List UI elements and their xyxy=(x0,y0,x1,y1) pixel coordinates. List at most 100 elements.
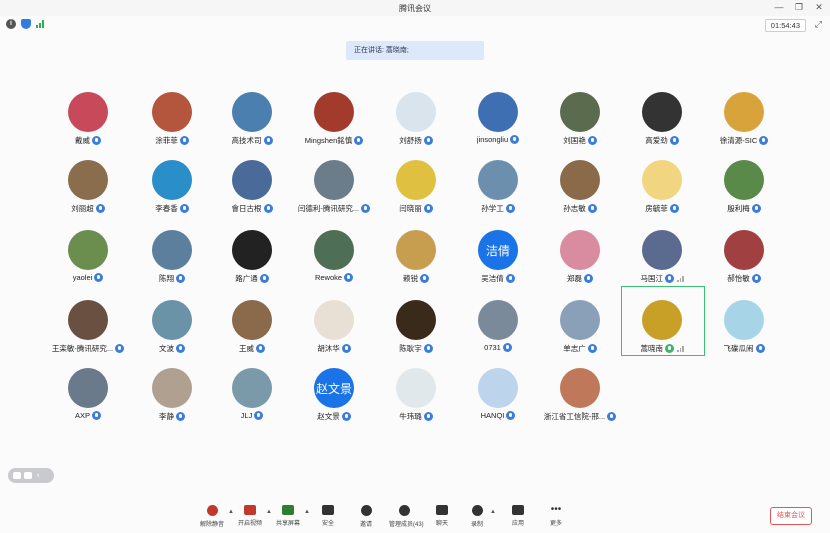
avatar xyxy=(560,368,600,408)
microphone-icon xyxy=(665,344,674,353)
avatar xyxy=(68,368,108,408)
microphone-icon xyxy=(423,204,433,213)
close-button[interactable]: ✕ xyxy=(814,2,824,13)
volume-bars-icon xyxy=(677,345,684,352)
shield-icon[interactable] xyxy=(21,19,31,29)
participant-name: 李春香 xyxy=(155,204,178,213)
mute-button[interactable]: 解除静音 xyxy=(197,505,227,528)
minimize-button[interactable]: — xyxy=(774,2,784,13)
record-button[interactable]: 录制 xyxy=(462,505,492,528)
chat-bubble-toggle[interactable]: ‹ xyxy=(8,468,54,483)
more-label: 更多 xyxy=(549,521,562,527)
avatar xyxy=(560,230,600,270)
invite-icon xyxy=(360,505,372,516)
participant-name: 赖锐 xyxy=(403,274,418,283)
participant-name: 吴洁倩 xyxy=(481,274,504,283)
microphone-icon xyxy=(179,136,189,145)
members-icon xyxy=(398,505,410,516)
avatar xyxy=(478,160,518,200)
microphone-icon xyxy=(502,343,512,352)
manage-members-button[interactable]: 管理成员(43) xyxy=(389,505,424,528)
participant-name: AXP xyxy=(74,411,90,420)
security-button[interactable]: 安全 xyxy=(313,505,343,527)
info-icon[interactable]: i xyxy=(6,19,16,29)
participant-tile[interactable]: 郝怡敏 xyxy=(698,216,788,284)
avatar xyxy=(314,160,354,200)
invite-label: 邀请 xyxy=(359,522,372,528)
participant-name: 王威 xyxy=(239,344,254,353)
participant-name: 文波 xyxy=(159,344,174,353)
chat-button[interactable]: 聊天 xyxy=(427,505,457,527)
signal-icon[interactable] xyxy=(36,20,46,28)
microphone-icon xyxy=(505,204,515,213)
microphone-icon xyxy=(607,412,617,421)
participant-name: 赵文景 xyxy=(317,412,340,421)
microphone-icon xyxy=(751,204,761,213)
microphone-icon xyxy=(263,204,273,213)
share-options-caret[interactable]: ▲ xyxy=(304,509,310,515)
mute-options-caret[interactable]: ▲ xyxy=(228,509,234,515)
participant-name: JLJ xyxy=(240,411,253,420)
microphone-icon xyxy=(420,274,429,283)
avatar xyxy=(642,230,682,270)
avatar xyxy=(314,92,354,132)
apps-label: 应用 xyxy=(511,521,524,527)
fullscreen-icon[interactable]: ⤢ xyxy=(815,19,822,30)
participant-tile[interactable]: 徐清源-SIC xyxy=(698,78,788,146)
microphone-icon xyxy=(179,204,189,213)
participant-name: 0731 xyxy=(484,343,501,352)
avatar xyxy=(396,368,436,408)
more-button[interactable]: ••• 更多 xyxy=(541,504,571,528)
members-label: 管理成员(43) xyxy=(389,522,424,528)
share-screen-icon xyxy=(282,505,294,515)
microphone-icon xyxy=(669,204,679,213)
microphone-muted-icon xyxy=(206,505,218,516)
participant-tile[interactable]: 殷利梅 xyxy=(698,146,788,214)
microphone-icon xyxy=(510,135,520,144)
microphone-icon xyxy=(341,412,351,421)
speaking-indicator: 正在讲话: 蒿晓南; xyxy=(346,41,484,60)
avatar xyxy=(396,160,436,200)
chat-icon xyxy=(436,505,448,515)
avatar: 赵文景 xyxy=(314,368,354,408)
avatar xyxy=(396,300,436,340)
chat-label: 聊天 xyxy=(435,521,448,527)
apps-button[interactable]: 应用 xyxy=(503,505,533,527)
video-button[interactable]: 开启视频 xyxy=(235,505,265,527)
participant-name: 郑磊 xyxy=(567,274,582,283)
microphone-icon xyxy=(423,412,433,421)
microphone-icon xyxy=(587,204,597,213)
microphone-icon xyxy=(176,344,185,353)
security-icon xyxy=(322,505,334,515)
share-screen-button[interactable]: 共享屏幕 xyxy=(273,505,303,527)
more-icon: ••• xyxy=(550,504,562,515)
avatar xyxy=(642,300,682,340)
restore-button[interactable]: ❐ xyxy=(794,2,804,13)
participant-name: 闫晓丽 xyxy=(399,204,422,213)
participant-name: 陈翔 xyxy=(159,274,174,283)
record-options-caret[interactable]: ▲ xyxy=(490,509,496,515)
camera-off-icon xyxy=(244,505,256,515)
microphone-icon xyxy=(505,274,515,283)
invite-button[interactable]: 邀请 xyxy=(351,505,381,528)
record-label: 录制 xyxy=(470,522,483,528)
meeting-timer: 01:54:43 xyxy=(764,19,806,32)
avatar xyxy=(152,92,192,132)
participant-tile[interactable]: 飞碟瓜闹 xyxy=(698,286,788,354)
apps-icon xyxy=(512,505,524,515)
participant-name: 孙学工 xyxy=(481,204,504,213)
microphone-icon xyxy=(584,274,593,283)
participant-tile[interactable]: 浙江省工信院-邢... xyxy=(534,354,624,422)
avatar xyxy=(232,230,272,270)
message-icon xyxy=(24,472,32,479)
microphone-icon xyxy=(665,274,674,283)
avatar xyxy=(560,160,600,200)
avatar xyxy=(152,300,192,340)
end-meeting-button[interactable]: 结束会议 xyxy=(770,507,812,525)
video-options-caret[interactable]: ▲ xyxy=(266,509,272,515)
microphone-icon xyxy=(344,273,354,282)
microphone-icon xyxy=(669,136,679,145)
avatar xyxy=(152,160,192,200)
participant-name: 孙志敏 xyxy=(563,204,586,213)
microphone-icon xyxy=(341,344,351,353)
